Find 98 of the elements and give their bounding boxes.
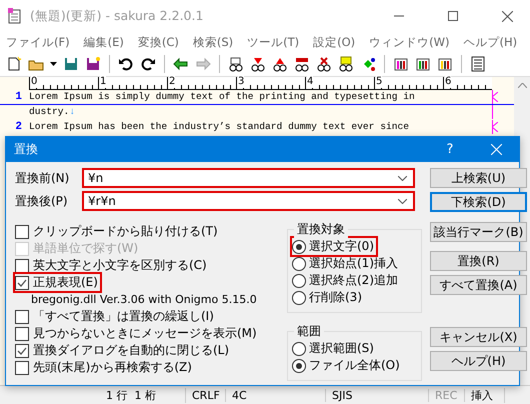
char-code: 4C: [226, 388, 326, 402]
radio-button[interactable]: ファイル全体(O): [292, 357, 402, 374]
checkbox-square[interactable]: [15, 224, 29, 238]
wrap-mark-icon: [492, 92, 498, 102]
scroll-up-icon[interactable]: [518, 83, 526, 88]
group-title: 置換対象: [294, 221, 348, 238]
dialog-button[interactable]: ヘルプ(H): [430, 351, 527, 371]
wrap-mark-icon: [492, 122, 498, 132]
radio-circle[interactable]: [292, 290, 306, 304]
dialog-button[interactable]: 該当行マーク(B): [430, 222, 527, 242]
radio-button[interactable]: 行削除(3): [292, 289, 364, 306]
code-line: dustry.↓: [29, 105, 76, 119]
ruler-number: 2: [169, 76, 176, 88]
dialog-button[interactable]: 置換(R): [430, 251, 527, 271]
binoculars-icon[interactable]: [338, 56, 354, 72]
radio-circle[interactable]: [292, 342, 306, 356]
checkbox[interactable]: 正規表現(E): [15, 274, 100, 291]
menu-item[interactable]: ツール(T): [247, 34, 300, 50]
close-icon: [490, 144, 502, 155]
checkbox-square[interactable]: [15, 310, 29, 324]
line-number: 2: [14, 120, 22, 134]
binoculars-icon[interactable]: [316, 56, 332, 72]
checkbox-square[interactable]: [15, 360, 29, 374]
code-line: Lorem Ipsum is simply dummy text of the printing and typesetting in: [29, 90, 416, 104]
menu-item[interactable]: 検索(S): [192, 34, 234, 50]
radio-circle[interactable]: [292, 358, 306, 372]
maximize-icon: [448, 11, 458, 21]
dialog-button[interactable]: 上検索(U): [430, 168, 527, 188]
radio-dot-icon: [296, 362, 302, 368]
window-title: (無題)(更新) - sakura 2.2.0.1: [30, 8, 204, 24]
radio-button[interactable]: 選択始点(1)挿入: [292, 255, 400, 272]
menu-item[interactable]: ヘルプ(H): [464, 34, 518, 50]
save-all-icon[interactable]: [85, 56, 101, 72]
tools-icon[interactable]: [415, 56, 431, 72]
checkbox[interactable]: 置換ダイアログを自動的に閉じる(L): [15, 342, 232, 359]
check-icon: [17, 278, 27, 286]
cursor-position: 1 行 1 桁: [100, 388, 186, 402]
ruler-number: 4: [307, 76, 314, 88]
chevron-down-icon[interactable]: [398, 176, 407, 180]
encoding: SJIS: [326, 388, 429, 402]
insert-mode: 挿入: [465, 388, 505, 402]
radio-circle[interactable]: [292, 256, 306, 270]
checkbox[interactable]: 英大文字と小文字を区別する(C): [15, 257, 209, 274]
ruler-number: 0: [31, 76, 38, 88]
radio-button[interactable]: 選択文字(0): [292, 238, 376, 255]
new-file-icon[interactable]: [6, 56, 22, 72]
checkbox[interactable]: クリップボードから貼り付ける(T): [15, 223, 220, 240]
app-icon: [8, 8, 22, 24]
tools-icon[interactable]: [393, 56, 409, 72]
binoculars-icon[interactable]: [294, 56, 310, 72]
redo-icon[interactable]: [140, 56, 156, 72]
dialog-button[interactable]: すべて置換(A): [430, 275, 527, 295]
ruler-number: 5: [376, 76, 382, 88]
combo-field[interactable]: ¥r¥n: [82, 191, 415, 211]
ruler-number: 6: [445, 76, 452, 88]
binoculars-icon[interactable]: [250, 56, 266, 72]
record-indicator: REC: [429, 388, 465, 402]
checkbox[interactable]: 先頭(末尾)から再検索する(Z): [15, 359, 194, 376]
radio-circle[interactable]: [292, 274, 306, 288]
dialog-button[interactable]: キャンセル(X): [430, 327, 527, 347]
caret-icon[interactable]: [50, 62, 57, 66]
code-line: Lorem Ipsum has been the industry’s standard dummy text ever since: [29, 120, 410, 134]
binoculars-icon[interactable]: [272, 56, 288, 72]
combo-field[interactable]: ¥n: [82, 168, 415, 188]
ruler-number: 3: [238, 76, 244, 88]
line-number: 1: [14, 90, 22, 104]
line-ending: CRLF: [186, 388, 226, 402]
close-icon: [502, 10, 512, 22]
arrow-left-icon[interactable]: [173, 56, 189, 72]
checkbox-square[interactable]: [15, 344, 29, 358]
radio-dot-icon: [296, 244, 302, 250]
ruler-number: 1: [100, 76, 106, 88]
menu-item[interactable]: 編集(E): [84, 34, 124, 50]
checkbox-square[interactable]: [15, 326, 29, 340]
menu-item[interactable]: 変換(C): [138, 34, 179, 50]
radio-circle[interactable]: [292, 240, 306, 254]
menu-item[interactable]: 設定(O): [313, 34, 356, 50]
radio-button[interactable]: 選択範囲(S): [292, 340, 376, 357]
binoculars-icon[interactable]: [228, 56, 244, 72]
tools-icon[interactable]: [437, 56, 453, 72]
library-version: bregonig.dll Ver.3.06 with Onigmo 5.15.0: [30, 293, 257, 306]
chevron-down-icon[interactable]: [398, 198, 407, 204]
undo-icon[interactable]: [118, 56, 134, 72]
menu-item[interactable]: ファイル(F): [6, 34, 70, 50]
checkbox[interactable]: 「すべて置換」は置換の繰返し(I): [15, 308, 216, 325]
save-icon[interactable]: [63, 56, 79, 72]
field-label: 置換後(P): [15, 192, 69, 210]
dialog-title: 置換: [14, 141, 39, 158]
radio-button[interactable]: 選択終点(2)追加: [292, 272, 400, 289]
field-label: 置換前(N): [15, 170, 70, 186]
menu-item[interactable]: ウィンドウ(W): [369, 34, 450, 50]
help-button[interactable]: ?: [427, 142, 473, 157]
checkbox-square[interactable]: [15, 258, 29, 272]
dialog-button[interactable]: 下検索(D): [430, 192, 527, 212]
checkbox[interactable]: 見つからないときにメッセージを表示(M): [15, 325, 259, 342]
list-icon[interactable]: [470, 56, 486, 72]
checkbox-square[interactable]: [15, 276, 29, 290]
check-icon: [17, 346, 27, 354]
